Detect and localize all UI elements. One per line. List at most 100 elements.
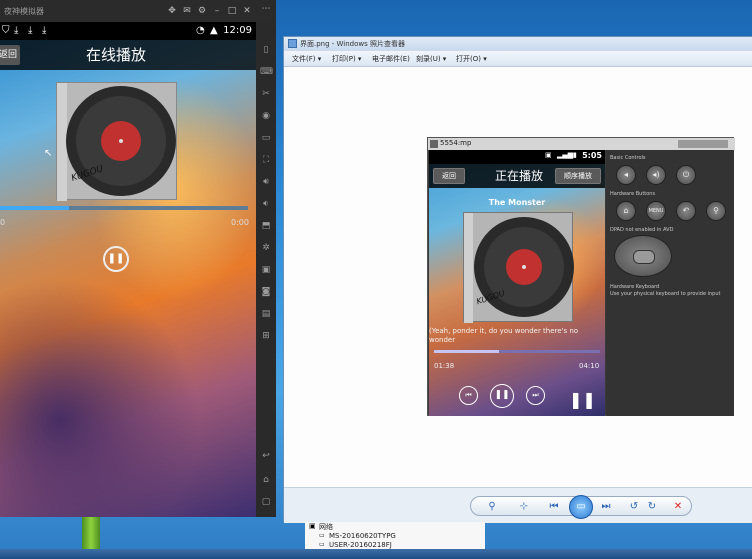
back-icon[interactable]: ↶ xyxy=(676,201,696,221)
inner-pause-button[interactable]: ❚❚ xyxy=(490,384,514,408)
player-header: 返回 在线播放 xyxy=(0,40,256,70)
menu-open[interactable]: 打开(O) ▾ xyxy=(456,54,487,64)
search-icon[interactable]: ⚲ xyxy=(706,201,726,221)
dpad-label: DPAD not enabled in AVD xyxy=(610,227,674,233)
emulator-screen: 返回 在线播放 KUGOU 0 0:00 ❚❚ ↖ xyxy=(0,40,256,517)
previous-icon: ⏮︎ xyxy=(465,391,472,399)
install-icon[interactable]: ⬒ xyxy=(260,220,272,232)
delete-icon[interactable]: ✕ xyxy=(671,500,685,514)
folder-icon[interactable]: ▤ xyxy=(260,308,272,320)
volume-up-icon[interactable]: ◂) xyxy=(646,165,666,185)
screen-icon[interactable]: ▭ xyxy=(260,132,272,144)
scissors-icon[interactable]: ✂ xyxy=(260,88,272,100)
pin-icon[interactable]: ✥ xyxy=(166,5,178,17)
album-cover: KUGOU xyxy=(56,82,177,201)
play-order-button[interactable]: 顺序播放 xyxy=(555,168,601,184)
next-icon: ⏭︎ xyxy=(532,391,539,399)
menu-icon[interactable]: MENU xyxy=(646,201,666,221)
slideshow-button[interactable]: ▭ xyxy=(569,495,593,519)
android-status-bar: ⛉ ⤓ ⤓ ⤓ ◔ ▲ 12:09 xyxy=(0,22,256,40)
inner-total-time: 04:10 xyxy=(579,362,600,370)
recent-apps-icon[interactable]: ▢ xyxy=(260,496,272,508)
inner-seek-progress xyxy=(434,350,499,353)
fullscreen-icon[interactable]: ⛶ xyxy=(260,154,272,166)
viewer-window-title: 界面.png - Windows 照片查看器 xyxy=(300,40,405,48)
inner-status-time: 5:05 xyxy=(582,151,602,160)
android-back-icon[interactable]: ↩ xyxy=(260,450,272,462)
mail-icon[interactable]: ✉ xyxy=(181,5,193,17)
android-home-icon[interactable]: ⌂ xyxy=(260,474,272,486)
minimize-icon[interactable]: – xyxy=(211,5,223,17)
hardware-buttons-label: Hardware Buttons xyxy=(610,191,656,197)
computer-icon: ▭ xyxy=(319,541,325,548)
total-time: 0:00 xyxy=(231,218,249,227)
volume-down-icon[interactable]: 🔉︎ xyxy=(260,198,272,210)
close-icon[interactable]: ✕ xyxy=(241,5,253,17)
app-icon xyxy=(288,39,297,48)
shake-icon[interactable]: ✲ xyxy=(260,242,272,254)
inner-status-bar: ▣ ▂▄▆ ▮ 5:05 xyxy=(429,150,605,164)
location-icon[interactable]: ◉ xyxy=(260,110,272,122)
download-icon: ⤓ xyxy=(14,25,19,36)
keyboard-hint: Use your physical keyboard to provide in… xyxy=(610,291,721,297)
inner-titlebar: 5554:mp xyxy=(428,138,735,150)
zoom-icon[interactable]: ⚲ xyxy=(485,500,499,514)
network-item[interactable]: MS-20160620TYPG xyxy=(329,532,396,540)
signal-icon: ▂▄▆ xyxy=(557,151,574,159)
pause-big-icon[interactable]: ❚❚ xyxy=(569,390,596,409)
song-title: The Monster xyxy=(488,198,546,207)
record-icon[interactable]: ◙ xyxy=(260,286,272,298)
viewer-toolbar: ⚲ ⊹ ⏮︎ ▭ ⏭︎ ↺ ↻ ✕ xyxy=(284,487,752,523)
menu-print[interactable]: 打印(P) ▾ xyxy=(332,54,361,64)
volume-up-icon[interactable]: 🔊︎ xyxy=(260,176,272,188)
actual-size-icon[interactable]: ⊹ xyxy=(517,500,531,514)
inner-back-button[interactable]: 返回 xyxy=(433,168,465,184)
pause-icon: ❚❚ xyxy=(494,390,510,400)
desktop-plant xyxy=(82,517,100,549)
inner-current-time: 01:38 xyxy=(434,362,455,370)
network-label[interactable]: 网络 xyxy=(319,522,333,532)
previous-icon[interactable]: ⏮︎ xyxy=(547,500,561,514)
rotate-right-icon[interactable]: ↻ xyxy=(645,500,659,514)
screenshot-icon[interactable]: ▣ xyxy=(260,264,272,276)
inner-window-title: 5554:mp xyxy=(440,139,472,147)
power-icon[interactable]: ⏻ xyxy=(676,165,696,185)
shield-icon: ⛉ xyxy=(2,25,10,36)
viewer-menu-bar: 文件(F) ▾ 打印(P) ▾ 电子邮件(E) 刻录(U) ▾ 打开(O) ▾ xyxy=(284,51,752,67)
settings-icon[interactable]: ⚙ xyxy=(196,5,208,17)
embedded-screenshot: 5554:mp ▣ ▂▄▆ ▮ 5:05 返回 正在播放 顺序播放 The Mo… xyxy=(427,137,735,416)
dpad[interactable] xyxy=(614,235,672,277)
previous-button[interactable]: ⏮︎ xyxy=(459,386,478,405)
keyboard-icon[interactable]: ⌨ xyxy=(260,66,273,78)
lyric-line: (Yeah, ponder it, do you wonder there's … xyxy=(429,327,579,344)
inner-album-cover: KUGOU xyxy=(463,212,574,323)
keyboard-label: Hardware Keyboard xyxy=(610,284,660,290)
volume-down-icon[interactable]: ◂ xyxy=(616,165,636,185)
emulator-window: 夜神模拟器 ✥ ✉ ⚙ – □ ✕ ⋯ ⛉ ⤓ ⤓ ⤓ ◔ ▲ 12:09 返回… xyxy=(0,0,276,517)
viewer-titlebar: 界面.png - Windows 照片查看器 xyxy=(284,37,752,51)
rotate-left-icon[interactable]: ↺ xyxy=(627,500,641,514)
inner-window-buttons xyxy=(678,140,728,148)
current-time: 0 xyxy=(0,218,6,227)
computer-icon: ▭ xyxy=(319,532,325,539)
emulator-titlebar: 夜神模拟器 ✥ ✉ ⚙ – □ ✕ ⋯ xyxy=(0,0,276,22)
pause-button[interactable]: ❚❚ xyxy=(103,246,129,272)
home-icon[interactable]: ⌂ xyxy=(616,201,636,221)
avd-controls-panel: Basic Controls ◂ ◂) ⏻ Hardware Buttons ⌂… xyxy=(606,150,734,416)
multi-window-icon[interactable]: ⊞ xyxy=(260,330,272,342)
seek-bar-progress xyxy=(0,206,70,210)
inner-phone-screen: ▣ ▂▄▆ ▮ 5:05 返回 正在播放 顺序播放 The Monster KU… xyxy=(429,150,605,416)
download-icon: ⤓ xyxy=(42,25,47,36)
network-item[interactable]: USER-20160218FJ xyxy=(329,541,392,549)
phone-icon[interactable]: ▯ xyxy=(260,44,272,56)
menu-email[interactable]: 电子邮件(E) xyxy=(372,54,410,64)
next-button[interactable]: ⏭︎ xyxy=(526,386,545,405)
maximize-icon[interactable]: □ xyxy=(226,5,238,17)
next-icon[interactable]: ⏭︎ xyxy=(599,500,613,514)
dpad-center[interactable] xyxy=(633,250,655,264)
menu-file[interactable]: 文件(F) ▾ xyxy=(292,54,321,64)
vinyl-record-icon xyxy=(464,213,574,323)
more-icon[interactable]: ⋯ xyxy=(260,3,272,15)
battery-icon: ▮ xyxy=(573,151,577,159)
menu-burn[interactable]: 刻录(U) ▾ xyxy=(416,54,446,64)
